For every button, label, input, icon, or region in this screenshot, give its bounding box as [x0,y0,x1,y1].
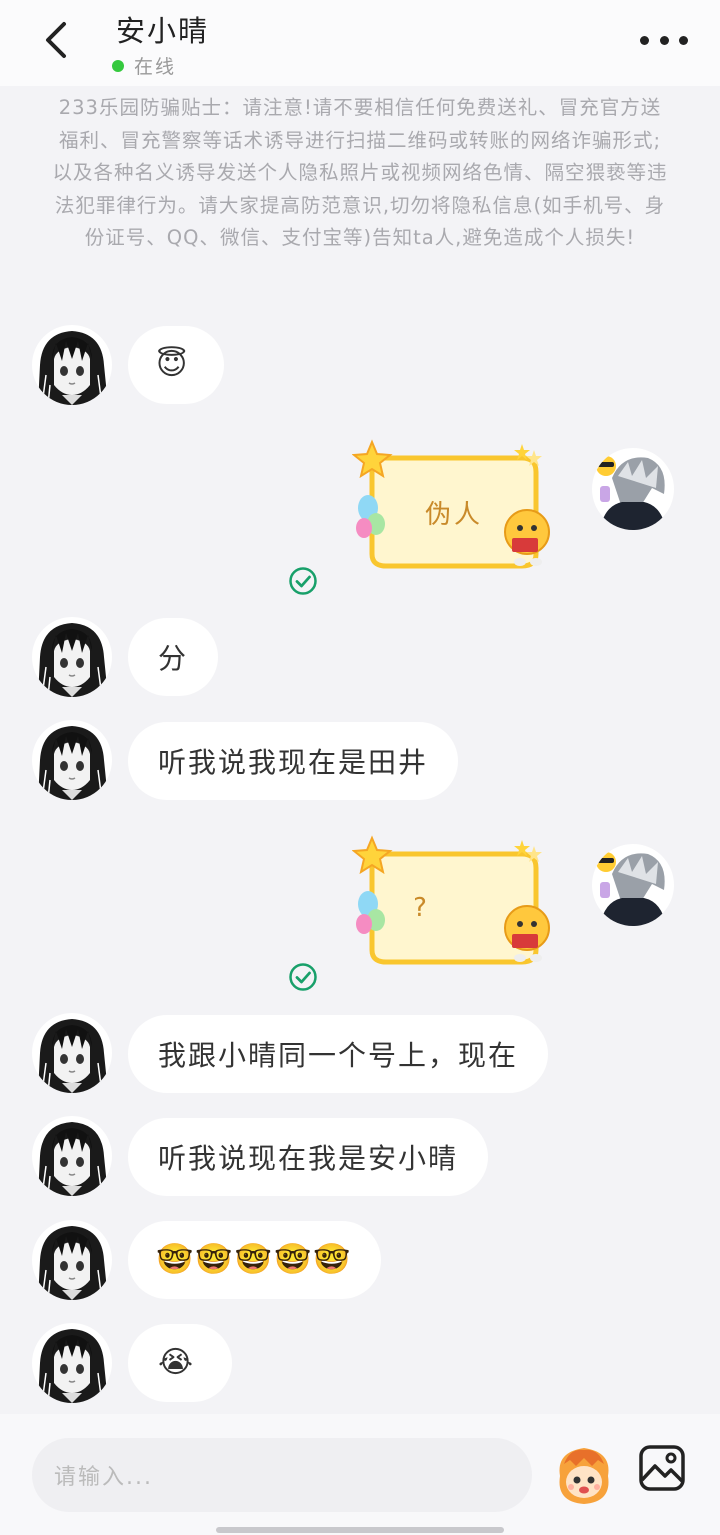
contact-avatar[interactable] [32,720,112,800]
message-bubble: 🤓🤓🤓🤓🤓 [128,1221,381,1299]
contact-name: 安小晴 [116,14,210,48]
back-button[interactable] [36,18,76,62]
halo-emoji: 😇 [156,347,190,382]
emoji-button[interactable] [554,1442,614,1508]
contact-avatar[interactable] [32,1323,112,1403]
message-bubble: 我跟小晴同一个号上，现在 [128,1015,549,1093]
contact-avatar[interactable] [32,617,112,697]
message-bubble: 听我说我现在是田井 [128,722,459,800]
contact-avatar[interactable] [32,1116,112,1196]
my-avatar[interactable] [592,844,674,926]
message-bubble: 😇 [128,326,224,404]
card-text: 伪人 [424,499,483,530]
nerd-emojis: 🤓🤓🤓🤓🤓 [156,1242,353,1277]
more-dots-icon [640,35,649,45]
image-button[interactable] [638,1444,686,1492]
contact-avatar[interactable] [32,1220,112,1300]
chevron-left-icon [46,22,66,58]
anti-fraud-notice: 233乐园防骗贴士：请注意!请不要相信任何免费送礼、冒充官方送福利、冒充警察等话… [52,96,668,249]
online-status: 在线 [112,52,176,79]
contact-avatar[interactable] [32,325,112,405]
message-input[interactable]: 请输入... [32,1438,532,1512]
contact-avatar[interactable] [32,1013,112,1093]
card-text: ? [413,893,427,923]
check-circle-icon [289,567,317,595]
message-bubble: 听我说现在我是安小晴 [128,1118,489,1196]
image-icon [639,1445,685,1491]
message-bubble: 😭 [128,1324,232,1402]
crying-emoji: 😭 [158,1345,196,1380]
my-avatar[interactable] [592,448,674,530]
more-button[interactable] [636,22,692,58]
online-dot [112,59,124,72]
status-text: 在线 [134,56,177,78]
chat-header: 安小晴 在线 [0,0,720,86]
emoji-face-icon [559,1448,609,1504]
message-bubble: 分 [128,618,219,696]
home-indicator [216,1527,504,1533]
input-bar: 请输入... [0,1414,720,1535]
check-circle-icon [289,963,317,991]
